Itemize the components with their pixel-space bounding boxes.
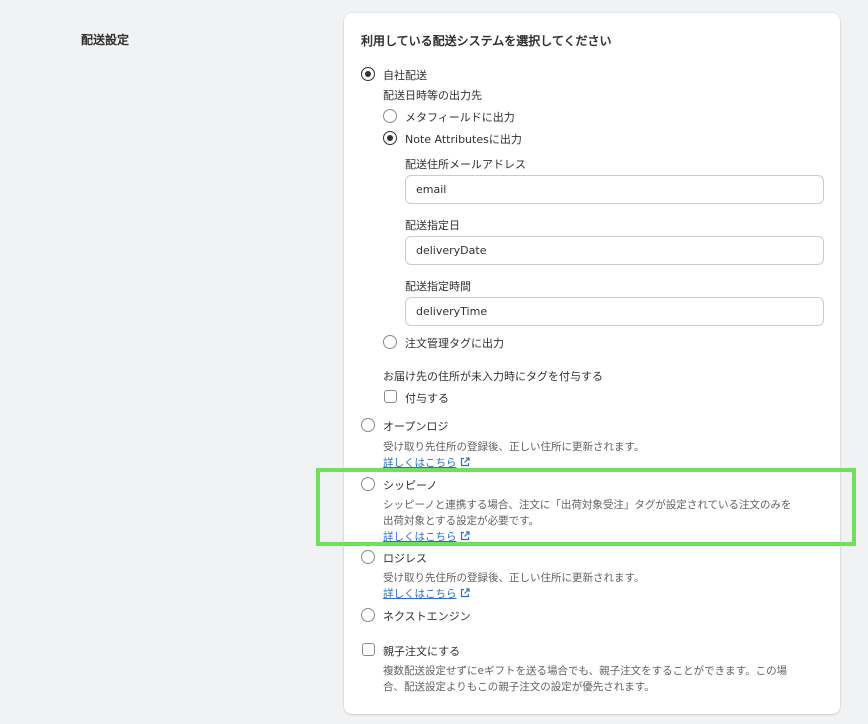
delivery-time-field-label: 配送指定時間 xyxy=(405,280,471,293)
logiless-label: ロジレス xyxy=(383,552,427,565)
output-destination-heading: 配送日時等の出力先 xyxy=(383,89,482,102)
external-link-icon xyxy=(460,457,470,467)
note-attributes-radio[interactable] xyxy=(383,131,397,145)
next-engine-radio[interactable] xyxy=(361,608,375,622)
logiless-link-text[interactable]: 詳しくはこちら xyxy=(383,588,457,600)
own-delivery-label: 自社配送 xyxy=(383,69,427,82)
note-attributes-label: Note Attributesに出力 xyxy=(405,133,522,146)
parent-order-checkbox[interactable] xyxy=(362,643,375,656)
order-tag-label: 注文管理タグに出力 xyxy=(405,337,504,350)
delivery-date-field[interactable] xyxy=(405,236,824,265)
openlogi-radio[interactable] xyxy=(361,418,375,432)
logiless-details-link[interactable]: 詳しくはこちら xyxy=(383,586,470,601)
shippino-highlight-box xyxy=(316,468,856,546)
add-tag-label: 付与する xyxy=(405,392,449,405)
logiless-radio[interactable] xyxy=(361,550,375,564)
metafield-label: メタフィールドに出力 xyxy=(405,111,515,124)
parent-order-label: 親子注文にする xyxy=(383,645,461,658)
metafield-radio[interactable] xyxy=(383,109,397,123)
next-engine-label: ネクストエンジン xyxy=(383,610,471,623)
delivery-time-field[interactable] xyxy=(405,297,824,326)
email-field-label: 配送住所メールアドレス xyxy=(405,158,526,171)
delivery-date-field-label: 配送指定日 xyxy=(405,219,460,232)
missing-address-heading: お届け先の住所が未入力時にタグを付与する xyxy=(383,370,603,383)
openlogi-description: 受け取り先住所の登録後、正しい住所に更新されます。 xyxy=(383,441,645,453)
email-field[interactable] xyxy=(405,175,824,204)
order-tag-radio[interactable] xyxy=(383,335,397,349)
openlogi-label: オープンロジ xyxy=(383,420,449,433)
add-tag-checkbox[interactable] xyxy=(384,390,397,403)
external-link-icon xyxy=(460,588,470,598)
card-title: 利用している配送システムを選択してください xyxy=(361,34,612,48)
section-title: 配送設定 xyxy=(81,33,130,47)
delivery-system-card: 利用している配送システムを選択してください 自社配送 配送日時等の出力先 メタフ… xyxy=(344,13,840,714)
parent-order-description-line1: 複数配送設定せずにeギフトを送る場合でも、親子注文をすることができます。この場 xyxy=(383,665,788,677)
logiless-description: 受け取り先住所の登録後、正しい住所に更新されます。 xyxy=(383,572,645,584)
parent-order-description-line2: 合、配送設定よりもこの親子注文の設定が優先されます。 xyxy=(383,681,655,693)
own-delivery-radio[interactable] xyxy=(361,67,375,81)
